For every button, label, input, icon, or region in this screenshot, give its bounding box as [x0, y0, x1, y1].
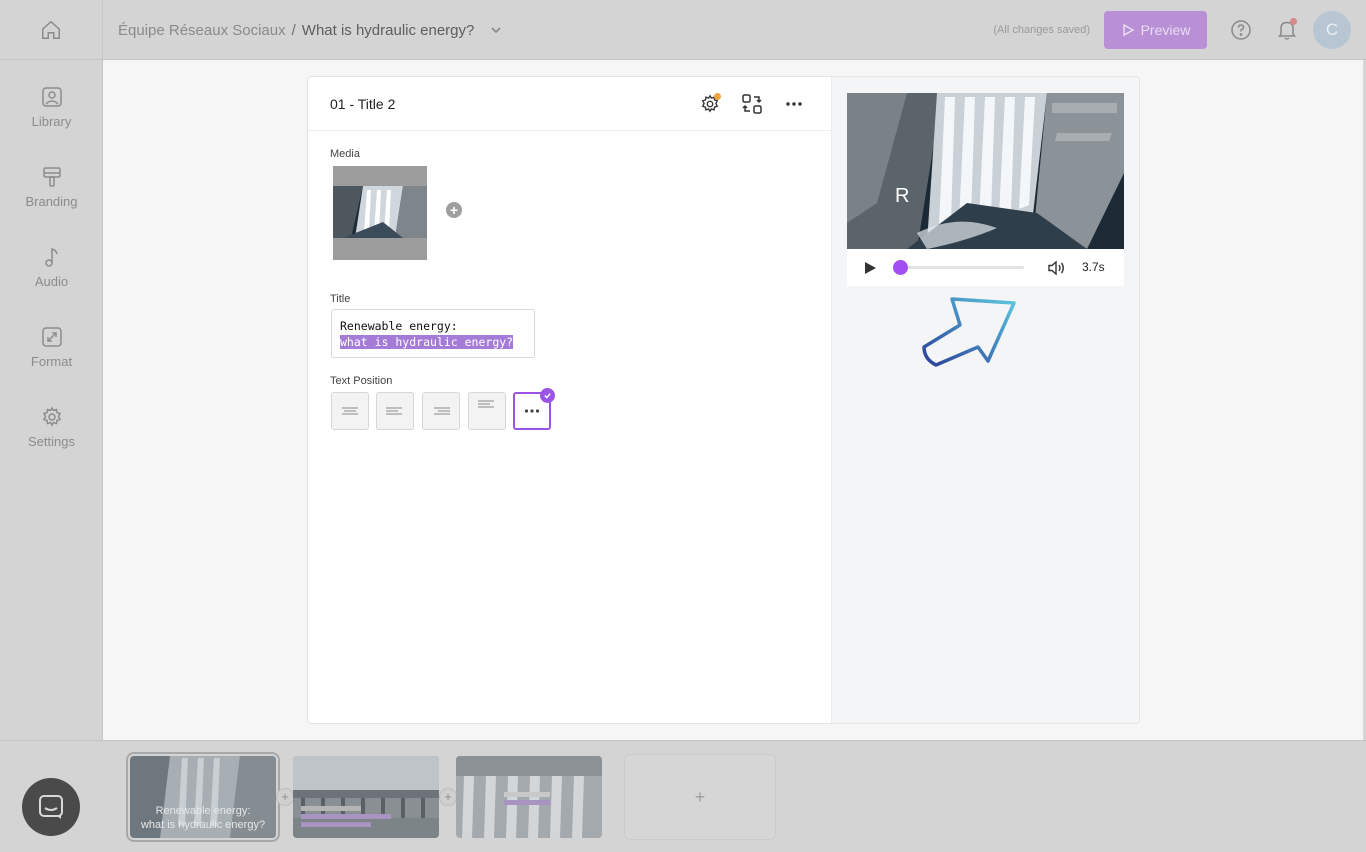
text-position-top-left[interactable] — [468, 392, 506, 430]
notification-dot — [1290, 18, 1297, 25]
slide-1-caption: Renewable energy: what is hydraulic ener… — [130, 804, 276, 832]
more-options-button[interactable] — [782, 92, 806, 116]
thumb-text-line — [504, 800, 550, 805]
play-outline-icon — [1122, 23, 1135, 37]
align-left-icon — [386, 407, 402, 415]
align-right-icon — [434, 407, 450, 415]
slide-header: 01 - Title 2 — [308, 77, 831, 131]
title-label: Title — [330, 293, 351, 305]
slide-title: 01 - Title 2 — [330, 96, 396, 112]
title-input[interactable]: Renewable energy: what is hydraulic ener… — [331, 309, 535, 358]
text-position-left[interactable] — [376, 392, 414, 430]
slide-preview-panel: R 3.7s — [832, 77, 1139, 723]
dam-image — [333, 166, 427, 260]
slide-2-text-lines — [301, 806, 391, 830]
align-top-left-icon — [478, 400, 494, 408]
title-line-2-selected: what is hydraulic energy? — [340, 335, 514, 349]
insert-slide-button[interactable]: + — [439, 788, 457, 806]
check-icon — [544, 393, 551, 399]
breadcrumb-team[interactable]: Équipe Réseaux Sociaux — [118, 22, 286, 39]
sidebar-item-label: Branding — [25, 194, 78, 209]
sidebar-item-label: Audio — [34, 274, 69, 289]
slide-1-caption-line-1: Renewable energy: — [155, 805, 251, 817]
music-note-icon — [44, 248, 58, 267]
sidebar-item-settings[interactable]: Settings — [0, 406, 103, 466]
sidebar-item-format[interactable]: Format — [0, 326, 103, 386]
progress-knob[interactable] — [893, 260, 908, 275]
resize-icon — [41, 327, 62, 347]
sidebar-item-library[interactable]: Library — [0, 86, 103, 146]
help-button[interactable] — [1227, 16, 1255, 44]
chat-icon — [39, 795, 63, 819]
more-horizontal-icon — [524, 409, 540, 413]
document-title[interactable]: What is hydraulic energy? — [302, 22, 475, 39]
top-bar: Équipe Réseaux Sociaux / What is hydraul… — [0, 0, 1366, 60]
swap-layout-button[interactable] — [740, 92, 764, 116]
cursor-arrow-icon — [922, 297, 1016, 367]
sidebar-item-label: Library — [31, 114, 72, 129]
image-icon — [41, 87, 62, 107]
slide-3-text-lines — [504, 792, 594, 808]
media-thumbnail[interactable] — [333, 166, 427, 260]
swap-layout-icon — [742, 94, 762, 114]
preview-button[interactable]: Preview — [1104, 11, 1207, 49]
sidebar-item-audio[interactable]: Audio — [0, 246, 103, 306]
gear-icon — [42, 406, 61, 427]
thumb-text-line — [301, 814, 391, 819]
chevron-down-icon[interactable] — [490, 24, 502, 36]
save-status: (All changes saved) — [993, 24, 1090, 36]
thumb-text-line — [504, 792, 550, 797]
slide-thumbnail-2[interactable] — [293, 756, 439, 838]
avatar[interactable]: C — [1313, 11, 1351, 49]
text-position-center[interactable] — [331, 392, 369, 430]
align-center-icon — [342, 407, 358, 415]
sidebar: Library Branding Audio Format Settings — [0, 60, 103, 740]
slide-thumbnail-3[interactable] — [456, 756, 602, 838]
chat-launcher-button[interactable] — [22, 778, 80, 836]
preview-label: Preview — [1140, 22, 1191, 38]
thumb-text-line — [301, 822, 371, 827]
sidebar-item-label: Format — [30, 354, 73, 369]
volume-icon[interactable] — [1047, 260, 1065, 276]
thumb-text-line — [301, 806, 361, 811]
home-button[interactable] — [0, 0, 103, 60]
dam-video-frame — [847, 93, 1124, 249]
selected-check-badge — [540, 388, 555, 403]
duration-label: 3.7s — [1082, 260, 1105, 274]
title-line-1: Renewable energy: — [340, 319, 458, 333]
settings-indicator-dot — [714, 93, 721, 100]
help-icon — [1231, 20, 1251, 40]
overlay-text: R — [895, 185, 910, 207]
home-icon — [42, 20, 60, 39]
progress-bar[interactable] — [893, 260, 1024, 275]
play-icon[interactable] — [864, 261, 877, 275]
media-label: Media — [330, 148, 360, 160]
insert-slide-button[interactable]: + — [276, 788, 294, 806]
notifications-button[interactable] — [1273, 16, 1301, 44]
sidebar-item-label: Settings — [28, 434, 75, 449]
add-slide-button[interactable]: + — [624, 754, 776, 840]
slide-settings-button[interactable] — [698, 92, 722, 116]
sidebar-item-branding[interactable]: Branding — [0, 166, 103, 226]
text-position-right[interactable] — [422, 392, 460, 430]
more-horizontal-icon — [786, 102, 802, 106]
slide-thumbnail-1[interactable]: Renewable energy: what is hydraulic ener… — [126, 752, 280, 842]
breadcrumb-separator: / — [291, 21, 296, 39]
breadcrumb: Équipe Réseaux Sociaux / What is hydraul… — [118, 20, 502, 40]
slide-editor: 01 - Title 2 Media + Title Renewable ene… — [307, 76, 1140, 724]
video-controls: 3.7s — [847, 249, 1124, 286]
paint-roller-icon — [42, 167, 61, 187]
slide-1-caption-line-2: what is hydraulic energy? — [140, 819, 266, 831]
video-preview[interactable]: R — [847, 93, 1124, 249]
text-position-more[interactable] — [513, 388, 555, 430]
add-media-button[interactable]: + — [446, 202, 462, 218]
slide-settings-panel: 01 - Title 2 Media + Title Renewable ene… — [308, 77, 832, 723]
text-position-label: Text Position — [330, 375, 393, 387]
